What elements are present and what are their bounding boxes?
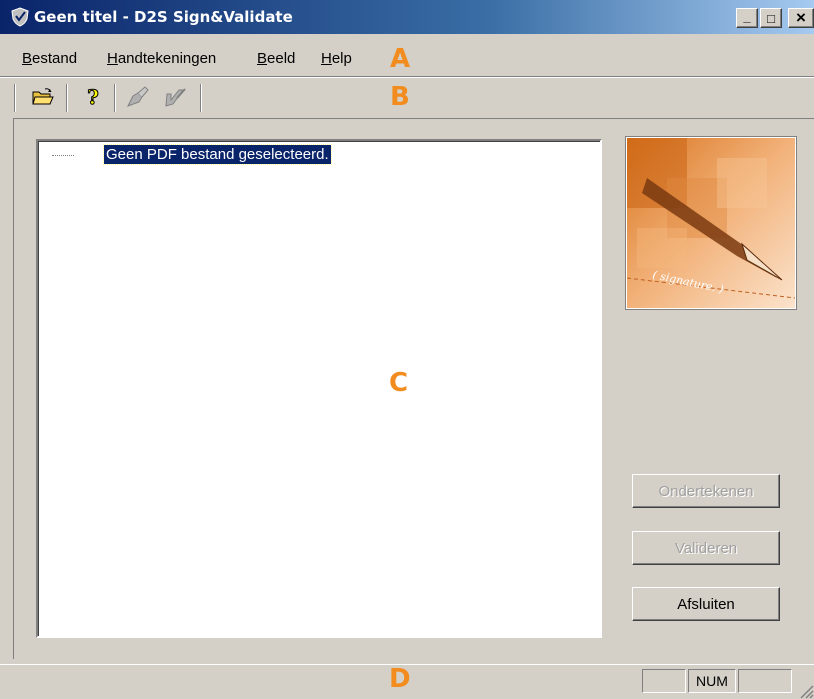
tree-item-selected[interactable]: Geen PDF bestand geselecteerd. xyxy=(103,144,332,165)
fountain-pen-illustration: ( signature. ) xyxy=(627,138,795,308)
validate-button[interactable]: Valideren xyxy=(632,531,780,565)
validate-toolbar-button[interactable] xyxy=(162,84,188,110)
toolbar-separator xyxy=(66,84,68,112)
minimize-button[interactable]: _ xyxy=(736,8,758,28)
sign-toolbar-button[interactable] xyxy=(124,84,150,110)
menu-handtekeningen[interactable]: Handtekeningen xyxy=(107,50,216,67)
signature-image: ( signature. ) xyxy=(626,137,796,309)
menu-separator xyxy=(0,76,814,78)
label-d: D xyxy=(389,664,411,694)
status-pane-caps xyxy=(642,669,686,693)
close-window-button[interactable]: × xyxy=(788,8,814,28)
help-button[interactable]: ? xyxy=(80,84,106,110)
maximize-button[interactable]: □ xyxy=(760,8,782,28)
menu-help[interactable]: Help xyxy=(321,50,352,67)
toolbar-end-separator xyxy=(200,84,202,112)
document-tree[interactable]: Geen PDF bestand geselecteerd. xyxy=(36,139,602,638)
menu-bestand[interactable]: Bestand xyxy=(22,50,77,67)
shield-app-icon xyxy=(11,7,29,27)
maximize-icon: □ xyxy=(767,10,775,26)
open-file-button[interactable] xyxy=(30,84,56,110)
label-a: A xyxy=(390,44,411,74)
window-title: Geen titel - D2S Sign&Validate xyxy=(34,8,293,26)
close-button[interactable]: Afsluiten xyxy=(632,587,780,621)
resize-grip-icon[interactable] xyxy=(798,683,814,699)
validate-pen-icon xyxy=(165,88,186,107)
toolbar-separator xyxy=(114,84,116,112)
toolbar-grip xyxy=(14,84,16,112)
svg-text:?: ? xyxy=(87,86,99,108)
sign-button[interactable]: Ondertekenen xyxy=(632,474,780,508)
open-folder-icon xyxy=(32,88,54,105)
close-icon: × xyxy=(796,8,806,27)
status-pane-num: NUM xyxy=(688,669,736,693)
label-c: C xyxy=(389,368,409,398)
title-bar[interactable]: Geen titel - D2S Sign&Validate _ □ × xyxy=(0,0,814,34)
status-pane-scroll xyxy=(738,669,792,693)
menu-beeld[interactable]: Beeld xyxy=(257,50,295,67)
tree-connector xyxy=(52,155,74,156)
help-icon: ? xyxy=(87,86,100,108)
minimize-icon: _ xyxy=(743,8,751,24)
sign-pen-icon xyxy=(126,86,149,107)
label-b: B xyxy=(390,82,410,112)
